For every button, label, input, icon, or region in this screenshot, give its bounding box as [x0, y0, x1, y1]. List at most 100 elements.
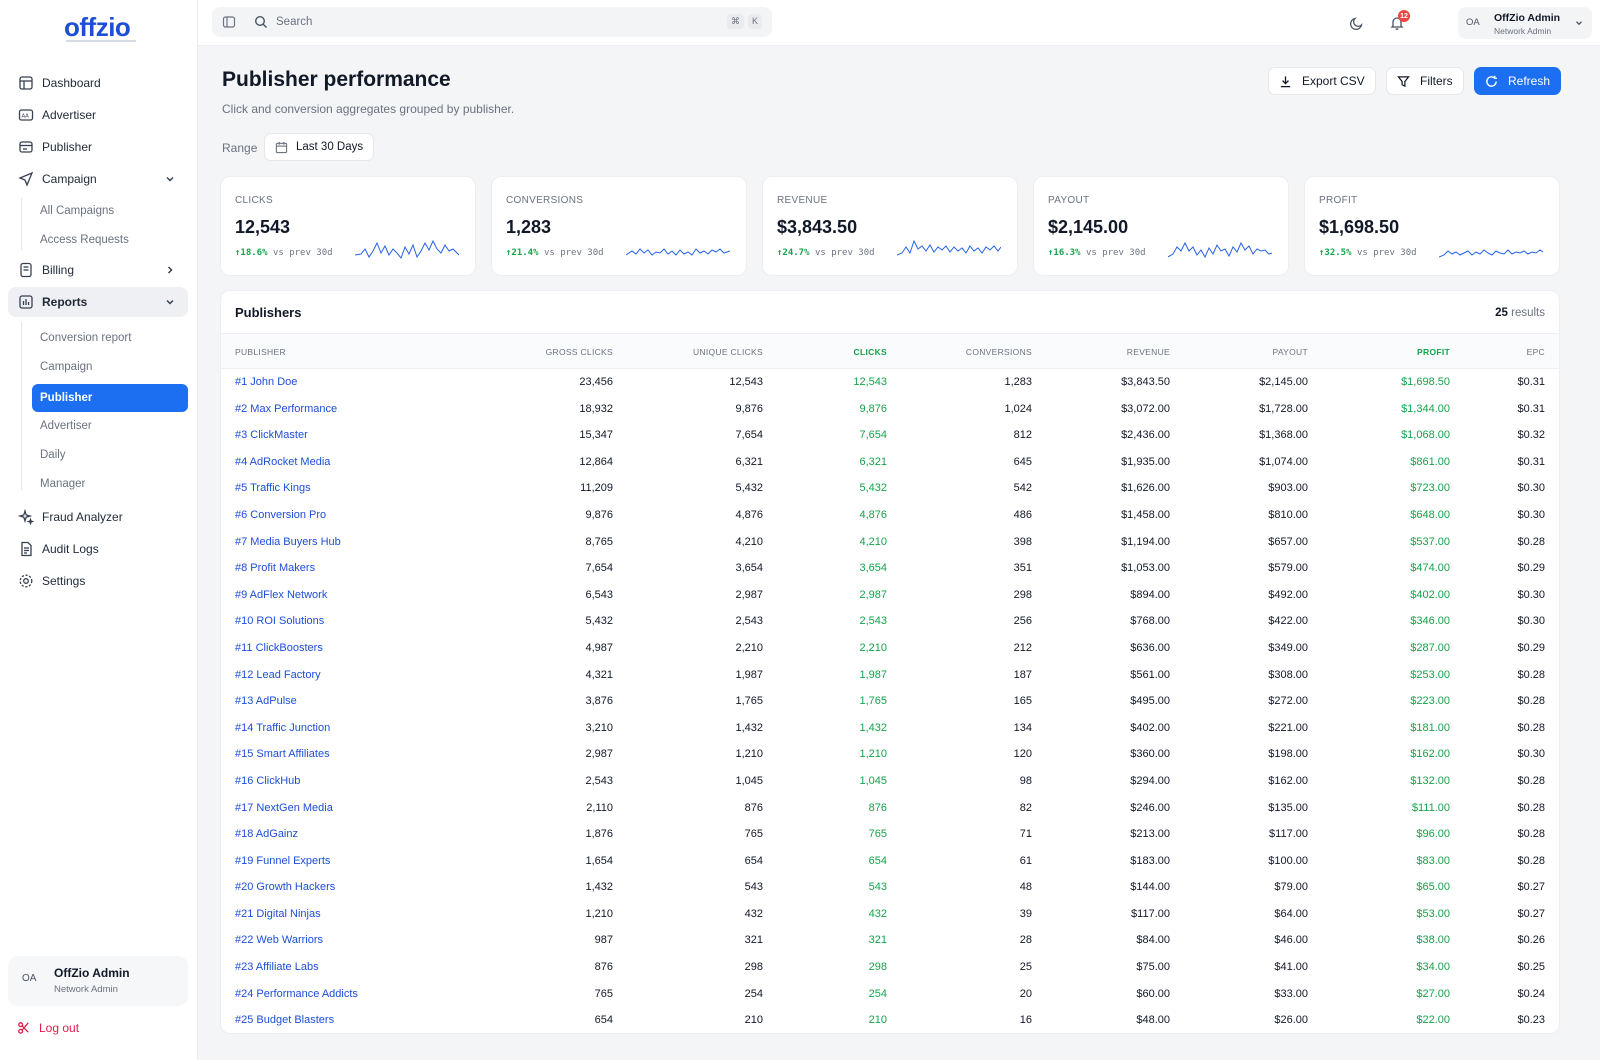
table-row[interactable]: #13 AdPulse 3,876 1,765 1,765 165 $495.00 $272… — [221, 688, 1559, 715]
publisher-name[interactable]: #4 AdRocket Media — [235, 456, 330, 468]
clicks-cell: 1,765 — [859, 695, 887, 708]
table-row[interactable]: #19 Funnel Experts 1,654 654 654 61 $183.00 $1… — [221, 848, 1559, 875]
sidebar-item-advertiser[interactable]: AA Advertiser — [8, 100, 188, 130]
kpi-change-period: vs prev 30d — [1085, 248, 1146, 258]
publisher-name[interactable]: #22 Web Warriors — [235, 934, 323, 946]
table-row[interactable]: #7 Media Buyers Hub 8,765 4,210 4,210 398 $1,… — [221, 529, 1559, 556]
payout-cell: $100.00 — [1268, 854, 1308, 867]
filters-button[interactable]: Filters — [1386, 67, 1464, 95]
publisher-name[interactable]: #13 AdPulse — [235, 695, 297, 707]
publisher-name[interactable]: #1 John Doe — [235, 376, 297, 388]
publisher-name[interactable]: #5 Traffic Kings — [235, 482, 311, 494]
table-row[interactable]: #2 Max Performance 18,932 9,876 9,876 1,024 $… — [221, 396, 1559, 423]
table-row[interactable]: #9 AdFlex Network 6,543 2,987 2,987 298 $894.… — [221, 582, 1559, 609]
profile-menu[interactable]: OA OffZio Admin Network Admin — [1458, 7, 1592, 39]
gross-clicks-cell: 6,543 — [585, 588, 613, 601]
publisher-name[interactable]: #20 Growth Hackers — [235, 881, 335, 893]
publisher-name[interactable]: #16 ClickHub — [235, 775, 300, 787]
sidebar-user-card[interactable]: OA OffZio Admin Network Admin — [8, 956, 188, 1006]
publisher-name[interactable]: #17 NextGen Media — [235, 802, 333, 814]
publisher-name[interactable]: #2 Max Performance — [235, 403, 337, 415]
table-row[interactable]: #3 ClickMaster 15,347 7,654 7,654 812 $2,436.… — [221, 422, 1559, 449]
table-row[interactable]: #21 Digital Ninjas 1,210 432 432 39 $117.00 $6… — [221, 901, 1559, 928]
kpi-label: PAYOUT — [1048, 195, 1090, 206]
table-row[interactable]: #22 Web Warriors 987 321 321 28 $84.00 $46.00 $… — [221, 927, 1559, 954]
sidebar-item-settings[interactable]: Settings — [8, 566, 188, 596]
brand-logo[interactable]: offzio — [64, 12, 131, 43]
publisher-name[interactable]: #10 ROI Solutions — [235, 615, 324, 627]
publisher-name[interactable]: #24 Performance Addicts — [235, 988, 358, 1000]
submenu-item-publisher[interactable]: Publisher — [32, 384, 188, 412]
clicks-cell: 7,654 — [859, 429, 887, 442]
publisher-name[interactable]: #23 Affiliate Labs — [235, 961, 319, 973]
export-csv-button[interactable]: Export CSV — [1268, 67, 1376, 95]
date-range-picker[interactable]: Last 30 Days — [264, 133, 375, 161]
sidebar-item-billing[interactable]: Billing — [8, 255, 188, 285]
publisher-name[interactable]: #14 Traffic Junction — [235, 722, 330, 734]
table-row[interactable]: #1 John Doe 23,456 12,543 12,543 1,283 $3,843… — [221, 369, 1559, 396]
column-header-payout[interactable]: PAYOUT — [1273, 347, 1309, 357]
table-body: #1 John Doe 23,456 12,543 12,543 1,283 $3,843… — [221, 369, 1559, 1033]
table-row[interactable]: #4 AdRocket Media 12,864 6,321 6,321 645 $1,9… — [221, 449, 1559, 476]
publisher-name[interactable]: #7 Media Buyers Hub — [235, 536, 341, 548]
column-header-epc[interactable]: EPC — [1527, 347, 1545, 357]
table-row[interactable]: #16 ClickHub 2,543 1,045 1,045 98 $294.00 $162… — [221, 768, 1559, 795]
table-row[interactable]: #25 Budget Blasters 654 210 210 16 $48.00 $26.… — [221, 1007, 1559, 1033]
search-bar[interactable]: Search ⌘ K — [212, 7, 772, 37]
table-row[interactable]: #18 AdGainz 1,876 765 765 71 $213.00 $117.00 $9… — [221, 821, 1559, 848]
table-row[interactable]: #11 ClickBoosters 4,987 2,210 2,210 212 $636.… — [221, 635, 1559, 662]
publisher-name[interactable]: #19 Funnel Experts — [235, 855, 330, 867]
sidebar-item-campaign[interactable]: Campaign — [8, 164, 188, 194]
table-row[interactable]: #12 Lead Factory 4,321 1,987 1,987 187 $561.0… — [221, 662, 1559, 689]
publisher-name[interactable]: #25 Budget Blasters — [235, 1014, 334, 1026]
table-row[interactable]: #14 Traffic Junction 3,210 1,432 1,432 134 $4… — [221, 715, 1559, 742]
sidebar-item-fraud-analyzer[interactable]: Fraud Analyzer — [8, 502, 188, 532]
table-row[interactable]: #20 Growth Hackers 1,432 543 543 48 $144.00 $7… — [221, 874, 1559, 901]
publisher-name[interactable]: #3 ClickMaster — [235, 429, 308, 441]
publisher-name[interactable]: #8 Profit Makers — [235, 562, 315, 574]
publisher-name[interactable]: #12 Lead Factory — [235, 669, 321, 681]
notifications-button[interactable]: 12 — [1382, 8, 1412, 38]
sidebar-item-publisher[interactable]: Publisher — [8, 132, 188, 162]
publisher-name[interactable]: #9 AdFlex Network — [235, 589, 327, 601]
sidebar-item-dashboard[interactable]: Dashboard — [8, 68, 188, 98]
submenu-item-access-requests[interactable]: Access Requests — [32, 227, 188, 253]
submenu-item-conversion-report[interactable]: Conversion report — [32, 325, 188, 351]
table-row[interactable]: #24 Performance Addicts 765 254 254 20 $60.00… — [221, 981, 1559, 1008]
sidebar-item-audit-logs[interactable]: Audit Logs — [8, 534, 188, 564]
column-header-conversions[interactable]: CONVERSIONS — [966, 347, 1032, 357]
column-header-publisher[interactable]: PUBLISHER — [235, 347, 286, 357]
column-header-clicks[interactable]: CLICKS — [854, 347, 887, 357]
submenu-item-advertiser[interactable]: Advertiser — [32, 413, 188, 439]
table-row[interactable]: #10 ROI Solutions 5,432 2,543 2,543 256 $768.… — [221, 608, 1559, 635]
column-header-unique-clicks[interactable]: UNIQUE CLICKS — [693, 347, 763, 357]
submenu-item-manager[interactable]: Manager — [32, 471, 188, 497]
submenu-item-daily[interactable]: Daily — [32, 442, 188, 468]
clicks-cell: 543 — [868, 881, 887, 894]
table-row[interactable]: #15 Smart Affiliates 2,987 1,210 1,210 120 $3… — [221, 741, 1559, 768]
table-row[interactable]: #23 Affiliate Labs 876 298 298 25 $75.00 $41.0… — [221, 954, 1559, 981]
sidebar-item-reports[interactable]: Reports — [8, 287, 188, 317]
table-row[interactable]: #5 Traffic Kings 11,209 5,432 5,432 542 $1,62… — [221, 475, 1559, 502]
publisher-name[interactable]: #11 ClickBoosters — [235, 642, 323, 654]
logout-button[interactable]: Log out — [16, 1020, 79, 1035]
publisher-name[interactable]: #18 AdGainz — [235, 828, 298, 840]
publisher-name[interactable]: #6 Conversion Pro — [235, 509, 326, 521]
submenu-item-campaign[interactable]: Campaign — [32, 354, 188, 380]
kpi-change: ↑16.3% vs prev 30d — [1048, 248, 1146, 258]
publisher-name[interactable]: #21 Digital Ninjas — [235, 908, 321, 920]
table-row[interactable]: #8 Profit Makers 7,654 3,654 3,654 351 $1,053… — [221, 555, 1559, 582]
column-header-revenue[interactable]: REVENUE — [1127, 347, 1170, 357]
refresh-button[interactable]: Refresh — [1474, 67, 1562, 95]
submenu-item-all-campaigns[interactable]: All Campaigns — [32, 198, 188, 224]
column-header-gross-clicks[interactable]: GROSS CLICKS — [546, 347, 613, 357]
table-row[interactable]: #6 Conversion Pro 9,876 4,876 4,876 486 $1,45… — [221, 502, 1559, 529]
kpi-change: ↑24.7% vs prev 30d — [777, 248, 875, 258]
column-header-profit[interactable]: PROFIT — [1417, 347, 1450, 357]
table-row[interactable]: #17 NextGen Media 2,110 876 876 82 $246.00 $13… — [221, 795, 1559, 822]
search-input[interactable]: Search — [276, 16, 312, 28]
epc-cell: $0.30 — [1517, 508, 1545, 521]
theme-toggle-button[interactable] — [1342, 8, 1372, 38]
sidebar-toggle-icon[interactable] — [222, 15, 236, 29]
publisher-name[interactable]: #15 Smart Affiliates — [235, 748, 330, 760]
